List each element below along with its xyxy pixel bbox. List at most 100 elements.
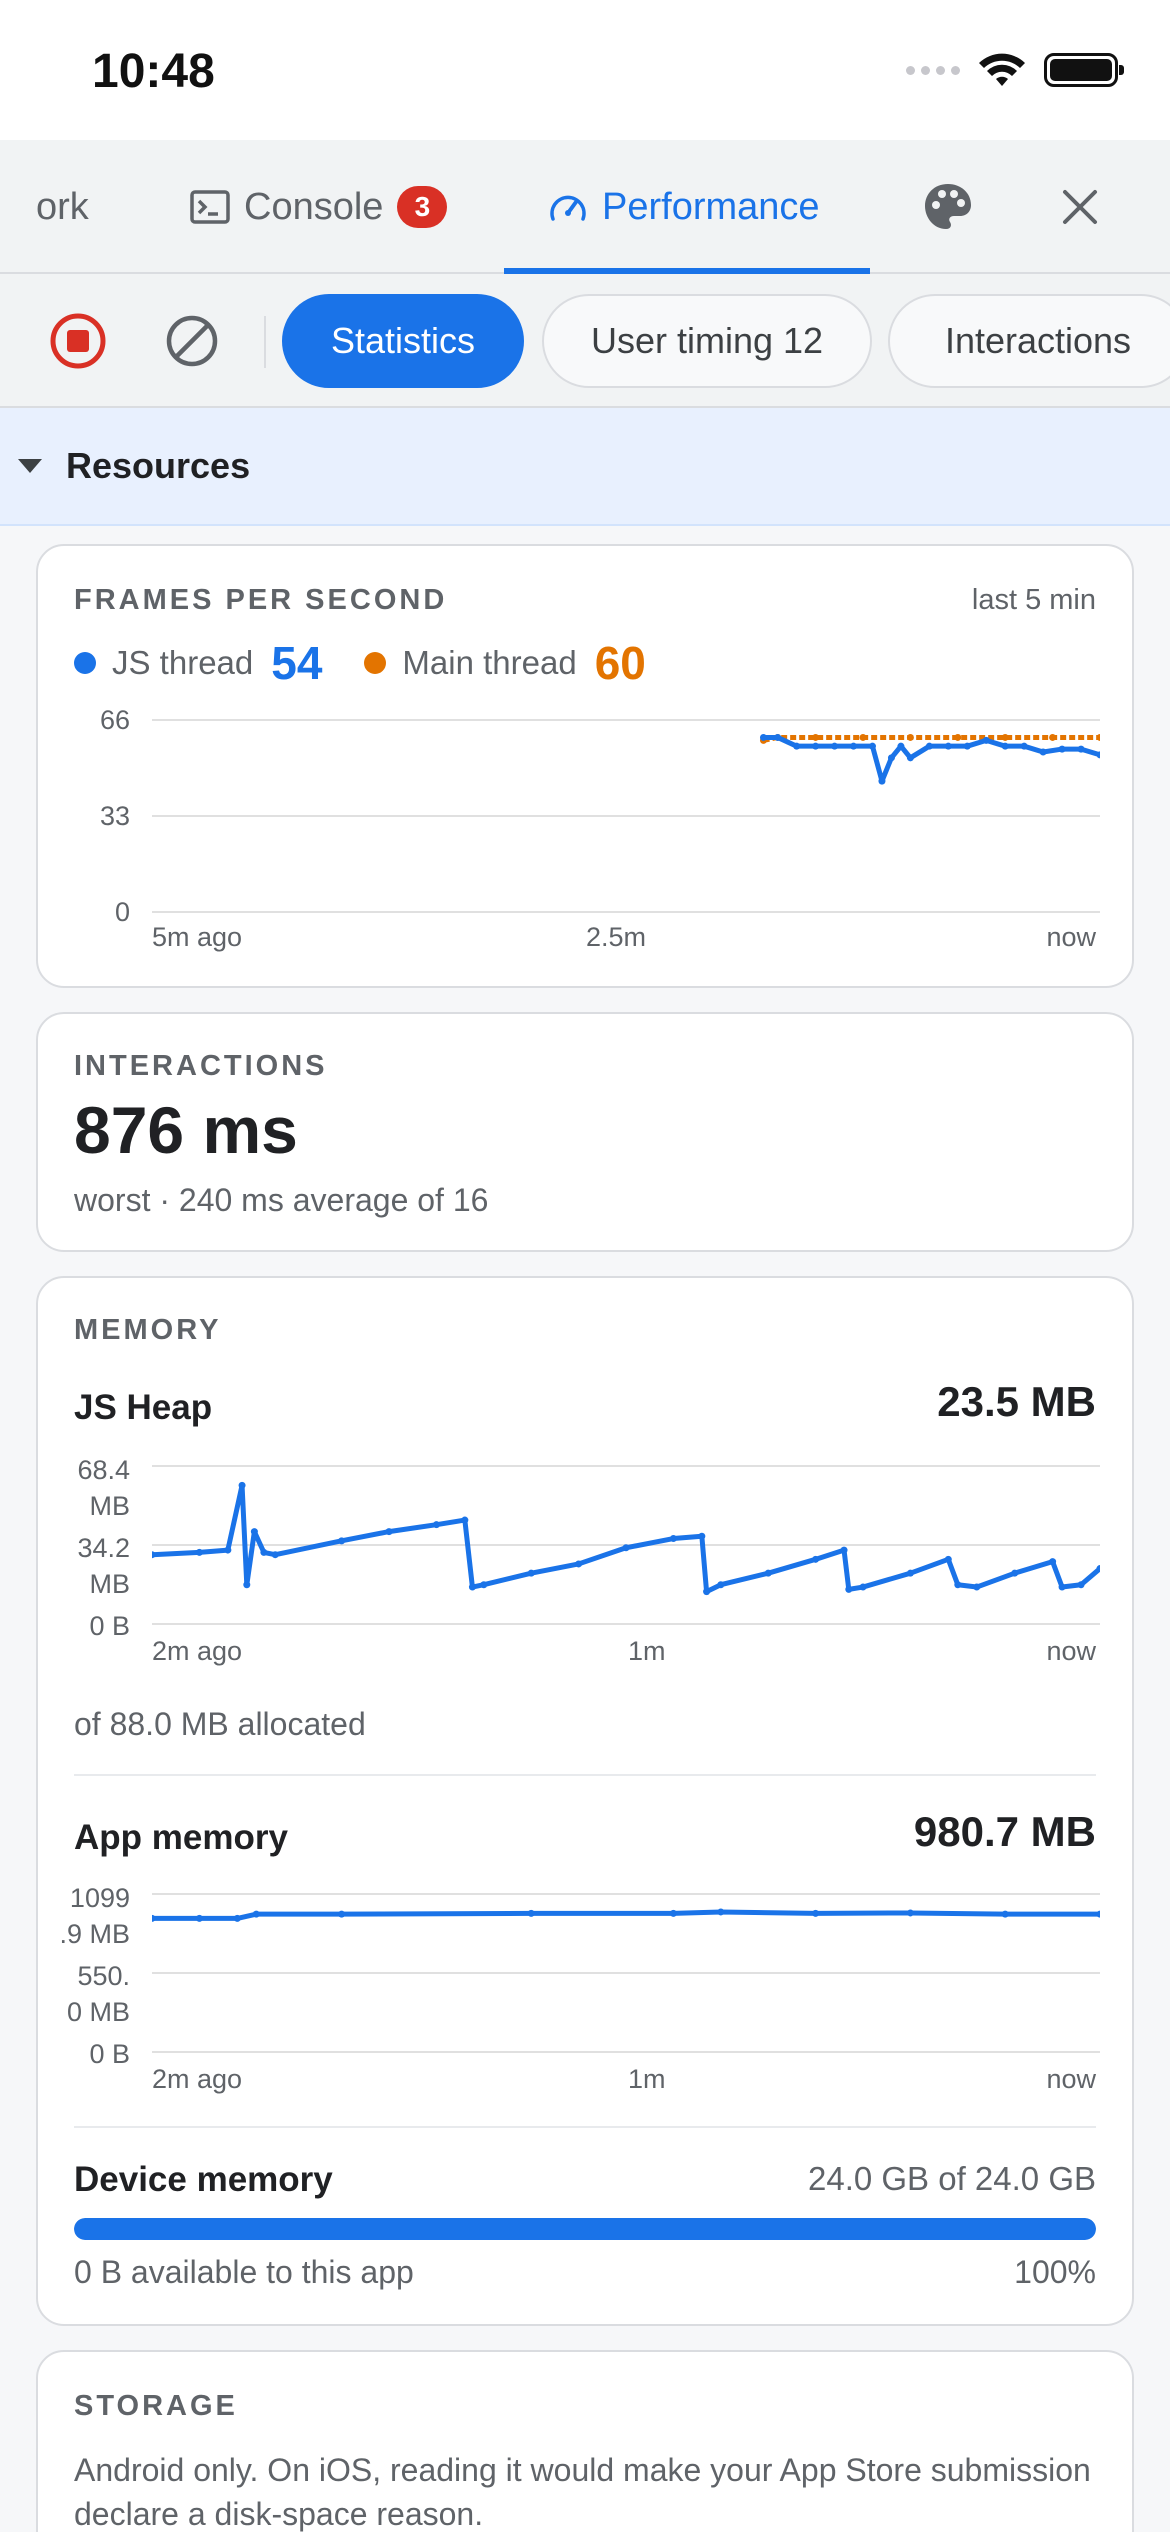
cellular-signal-icon xyxy=(906,65,960,75)
close-devtools-button[interactable] xyxy=(1040,140,1120,274)
series-line-js-heap xyxy=(152,1482,1100,1595)
data-point xyxy=(845,1585,853,1593)
tab-label: Console xyxy=(244,185,384,228)
data-point xyxy=(878,777,886,785)
data-point xyxy=(982,736,990,744)
fps-label: FRAMES PER SECOND xyxy=(74,584,448,616)
data-point xyxy=(1058,745,1066,753)
divider xyxy=(74,1774,1096,1776)
data-point xyxy=(774,733,782,741)
palette-icon xyxy=(925,184,971,229)
section-title: Resources xyxy=(66,445,251,486)
stop-recording-button[interactable] xyxy=(42,305,114,377)
console-error-badge: 3 xyxy=(397,186,448,228)
x-tick-label: 1m xyxy=(628,1636,666,1666)
data-point xyxy=(238,1481,246,1489)
data-point xyxy=(527,1569,535,1577)
x-tick-label: now xyxy=(1046,2064,1096,2094)
data-point xyxy=(575,1560,583,1568)
data-point xyxy=(717,1581,725,1589)
worst-interaction-value: 876 ms xyxy=(74,1093,298,1167)
data-point xyxy=(906,1909,914,1917)
fps-legend: JS thread 54 Main thread 60 xyxy=(74,636,688,690)
y-tick-label: 0 B xyxy=(89,1611,130,1641)
data-point xyxy=(840,1546,848,1554)
data-point xyxy=(233,1914,241,1922)
data-point xyxy=(250,1528,258,1536)
data-point xyxy=(1058,1583,1066,1591)
data-point xyxy=(944,742,952,750)
js-heap-title: JS Heap xyxy=(74,1388,213,1427)
js-heap-chart xyxy=(152,1465,1100,1625)
x-tick-label: 2.5m xyxy=(586,922,647,952)
theme-palette-button[interactable] xyxy=(908,140,988,274)
device-memory-available: 0 B available to this app xyxy=(74,2254,414,2290)
data-point xyxy=(1020,742,1028,750)
data-point xyxy=(764,1569,772,1577)
data-point xyxy=(944,1555,952,1563)
y-tick-label: 0 xyxy=(114,897,130,927)
data-point xyxy=(1011,1569,1019,1577)
data-point xyxy=(906,733,914,741)
status-time: 10:48 xyxy=(92,45,215,98)
divider xyxy=(74,2126,1096,2128)
data-point xyxy=(432,1521,440,1529)
legend-main-label: Main thread xyxy=(402,644,577,681)
data-point xyxy=(925,742,933,750)
js-heap-value: 23.5 MB xyxy=(937,1378,1096,1425)
data-point xyxy=(906,1569,914,1577)
device-memory-percent: 100% xyxy=(1014,2254,1096,2290)
close-icon xyxy=(1063,190,1097,224)
data-point xyxy=(850,742,858,750)
tab-network[interactable]: ork xyxy=(36,140,89,274)
x-tick-label: 1m xyxy=(628,2064,666,2094)
data-point xyxy=(897,742,905,750)
caret-down-icon xyxy=(18,459,42,473)
tab-console[interactable]: Console 3 xyxy=(190,140,448,274)
data-point xyxy=(812,733,820,741)
data-point xyxy=(698,1532,706,1540)
tab-performance[interactable]: Performance xyxy=(548,140,820,274)
data-point xyxy=(954,1581,962,1589)
data-point xyxy=(1077,745,1085,753)
data-point xyxy=(887,754,895,762)
series-line-app-memory xyxy=(152,1909,1100,1921)
block-icon xyxy=(166,315,218,367)
device-memory-value: 24.0 GB of 24.0 GB xyxy=(807,2160,1096,2197)
main-thread-fps: 60 xyxy=(594,637,646,689)
resources-section-header[interactable]: Resources xyxy=(0,408,1170,526)
data-point xyxy=(468,1583,476,1591)
chip-user-timing[interactable]: User timing 12 xyxy=(542,294,872,388)
clear-button[interactable] xyxy=(156,305,228,377)
app-memory-chart xyxy=(152,1893,1100,2053)
interactions-card: INTERACTIONS 876 ms worst · 240 ms avera… xyxy=(36,1012,1134,1252)
y-tick-label: 34.2 MB xyxy=(77,1533,130,1599)
chip-statistics[interactable]: Statistics xyxy=(282,294,524,388)
y-tick-label: 1099 .9 MB xyxy=(59,1883,130,1949)
data-point xyxy=(703,1588,711,1596)
app-memory-value: 980.7 MB xyxy=(913,1808,1096,1855)
data-point xyxy=(1001,733,1009,741)
chip-interactions[interactable]: Interactions xyxy=(888,294,1170,388)
data-point xyxy=(954,733,962,741)
x-tick-label: 2m ago xyxy=(152,1636,243,1666)
data-point xyxy=(1039,748,1047,756)
data-point xyxy=(1001,1910,1009,1918)
data-point xyxy=(271,1551,279,1559)
interactions-detail: worst · 240 ms average of 16 xyxy=(74,1182,489,1218)
storage-label: STORAGE xyxy=(74,2390,238,2422)
speedometer-icon xyxy=(550,195,586,221)
legend-js-label: JS thread xyxy=(112,644,254,681)
data-point xyxy=(963,742,971,750)
device-memory-progress xyxy=(74,2218,1096,2240)
data-point xyxy=(338,1910,346,1918)
data-point xyxy=(252,1910,260,1918)
fps-range: last 5 min xyxy=(971,584,1096,616)
data-point xyxy=(243,1581,251,1589)
data-point xyxy=(669,1909,677,1917)
data-point xyxy=(195,1548,203,1556)
tab-label: Performance xyxy=(602,185,820,228)
js-thread-swatch xyxy=(74,652,96,674)
data-point xyxy=(1001,742,1009,750)
status-icons xyxy=(906,52,1124,88)
